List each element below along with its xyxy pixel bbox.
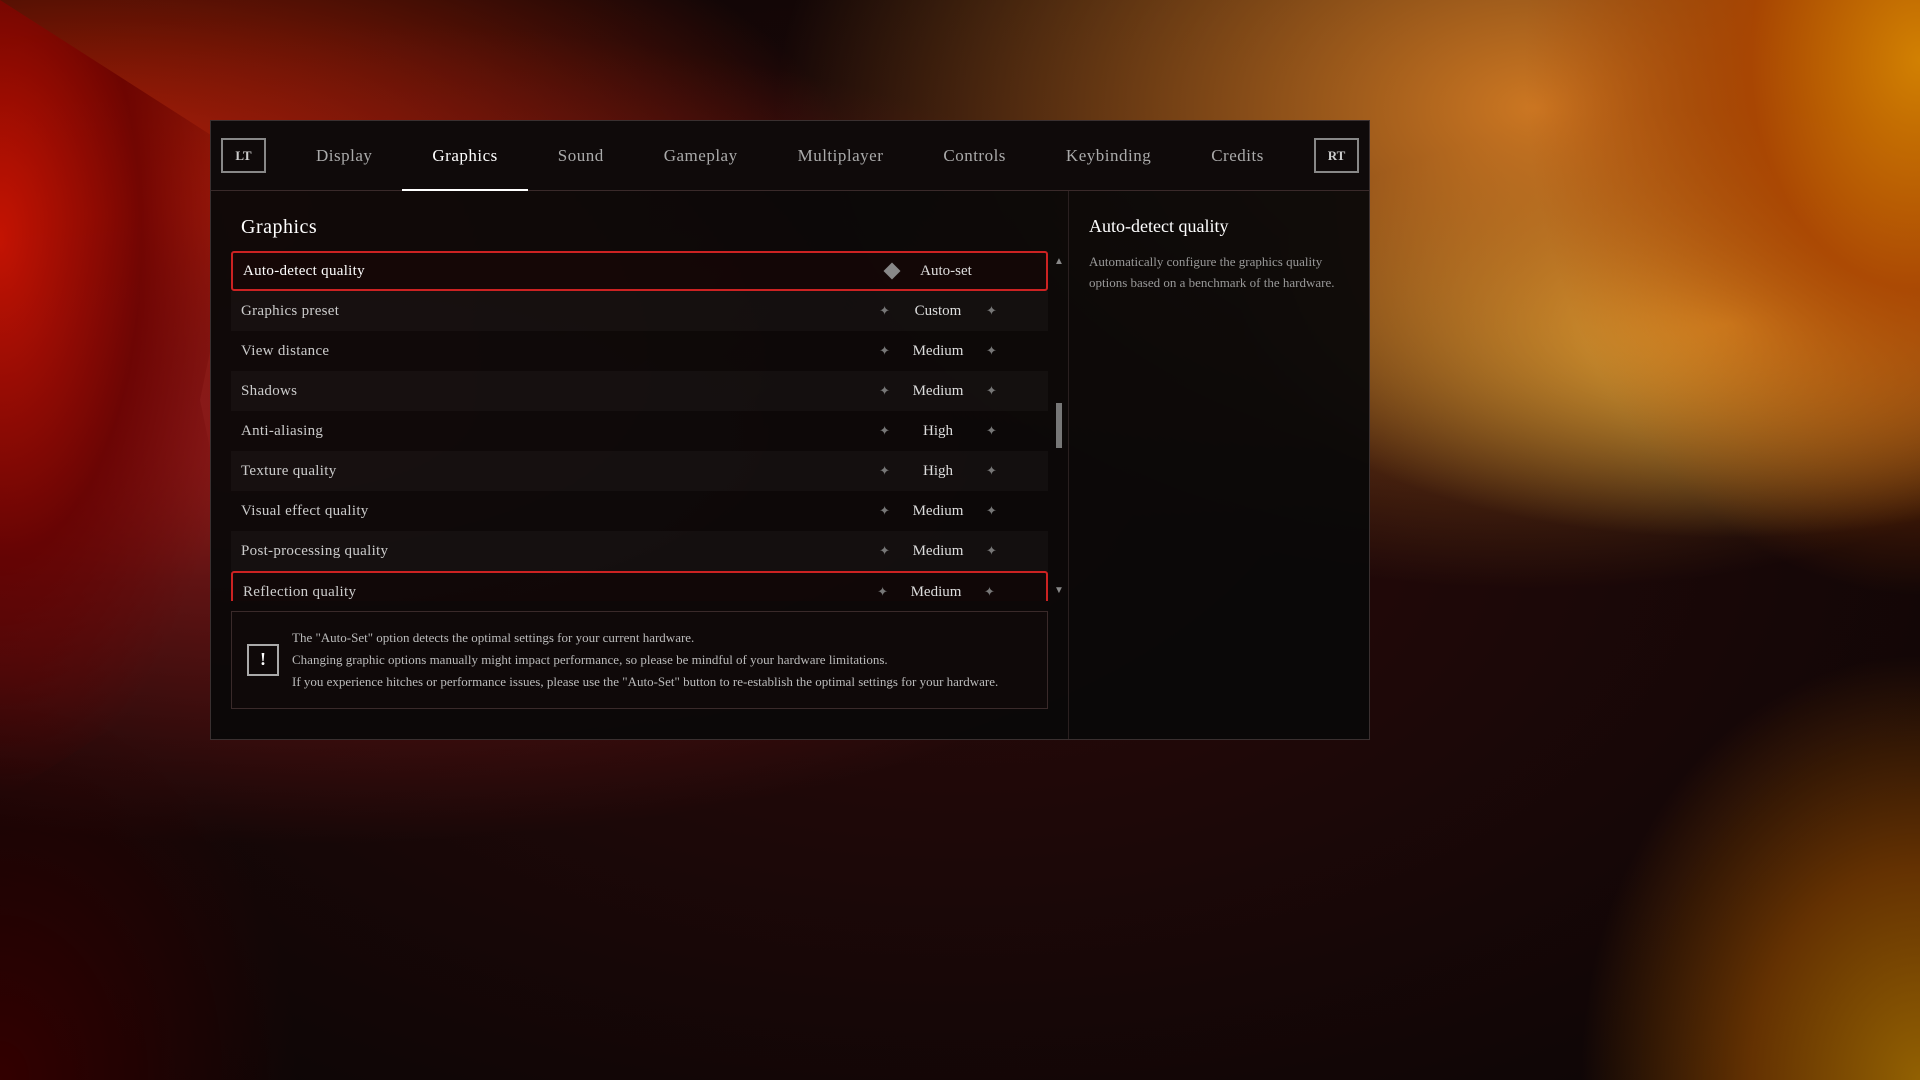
tab-controls[interactable]: Controls (913, 121, 1036, 191)
info-title: Auto-detect quality (1089, 216, 1349, 237)
section-title: Graphics (231, 211, 1068, 251)
right-arrow-post-processing-quality: ✦ (986, 543, 997, 559)
nav-bar: LT Display Graphics Sound Gameplay Multi… (211, 121, 1369, 191)
setting-value-visual-effect-quality: ✦ Medium ✦ (838, 503, 1038, 520)
right-arrow-view-distance: ✦ (986, 343, 997, 359)
tab-display[interactable]: Display (286, 121, 402, 191)
setting-name-graphics-preset: Graphics preset (241, 303, 838, 320)
left-arrow-view-distance: ✦ (879, 343, 890, 359)
setting-row-anti-aliasing[interactable]: Anti-aliasing ✦ High ✦ (231, 411, 1048, 451)
notice-text: The "Auto-Set" option detects the optima… (292, 627, 1032, 693)
settings-panel: LT Display Graphics Sound Gameplay Multi… (210, 120, 1370, 740)
right-arrow-graphics-preset: ✦ (986, 303, 997, 319)
setting-name-texture-quality: Texture quality (241, 463, 838, 480)
right-arrow-anti-aliasing: ✦ (986, 423, 997, 439)
setting-row-auto-detect-quality[interactable]: Auto-detect quality Auto-set (231, 251, 1048, 291)
setting-name-anti-aliasing: Anti-aliasing (241, 423, 838, 440)
nav-tabs: Display Graphics Sound Gameplay Multipla… (286, 121, 1294, 191)
tab-keybinding[interactable]: Keybinding (1036, 121, 1181, 191)
notice-box: ! The "Auto-Set" option detects the opti… (231, 611, 1048, 709)
setting-value-graphics-preset: ✦ Custom ✦ (838, 303, 1038, 320)
setting-name-post-processing-quality: Post-processing quality (241, 543, 838, 560)
left-arrow-shadows: ✦ (879, 383, 890, 399)
left-arrow-visual-effect-quality: ✦ (879, 503, 890, 519)
setting-value-reflection-quality: ✦ Medium ✦ (836, 584, 1036, 601)
setting-name-view-distance: View distance (241, 343, 838, 360)
scrollbar-thumb[interactable] (1056, 403, 1062, 448)
info-panel: Auto-detect quality Automatically config… (1069, 191, 1369, 739)
left-trigger-button[interactable]: LT (221, 138, 266, 173)
setting-row-reflection-quality[interactable]: Reflection quality ✦ Medium ✦ (231, 571, 1048, 601)
setting-row-texture-quality[interactable]: Texture quality ✦ High ✦ (231, 451, 1048, 491)
left-arrow-graphics-preset: ✦ (879, 303, 890, 319)
scrollbar-up-arrow[interactable]: ▲ (1054, 256, 1064, 267)
setting-value-anti-aliasing: ✦ High ✦ (838, 423, 1038, 440)
main-content: Graphics Auto-detect quality Auto-set Gr… (211, 191, 1369, 739)
settings-scroll-area: Auto-detect quality Auto-set Graphics pr… (231, 251, 1068, 601)
setting-value-auto-detect-quality: Auto-set (836, 263, 1036, 280)
setting-name-shadows: Shadows (241, 383, 838, 400)
setting-name-reflection-quality: Reflection quality (243, 584, 836, 601)
setting-name-visual-effect-quality: Visual effect quality (241, 503, 838, 520)
right-arrow-visual-effect-quality: ✦ (986, 503, 997, 519)
tab-graphics[interactable]: Graphics (402, 121, 527, 191)
tab-gameplay[interactable]: Gameplay (634, 121, 768, 191)
tab-multiplayer[interactable]: Multiplayer (768, 121, 914, 191)
setting-value-post-processing-quality: ✦ Medium ✦ (838, 543, 1038, 560)
info-description: Automatically configure the graphics qua… (1089, 252, 1349, 294)
settings-list-panel: Graphics Auto-detect quality Auto-set Gr… (211, 191, 1069, 739)
right-arrow-reflection-quality: ✦ (984, 584, 995, 600)
setting-row-post-processing-quality[interactable]: Post-processing quality ✦ Medium ✦ (231, 531, 1048, 571)
bg-bottom-left (0, 680, 300, 1080)
warning-icon: ! (247, 644, 279, 676)
setting-row-visual-effect-quality[interactable]: Visual effect quality ✦ Medium ✦ (231, 491, 1048, 531)
tab-sound[interactable]: Sound (528, 121, 634, 191)
setting-value-view-distance: ✦ Medium ✦ (838, 343, 1038, 360)
setting-value-shadows: ✦ Medium ✦ (838, 383, 1038, 400)
right-trigger-button[interactable]: RT (1314, 138, 1359, 173)
right-arrow-shadows: ✦ (986, 383, 997, 399)
diamond-icon (884, 263, 901, 280)
setting-row-shadows[interactable]: Shadows ✦ Medium ✦ (231, 371, 1048, 411)
left-arrow-texture-quality: ✦ (879, 463, 890, 479)
bg-bottom-right (1520, 580, 1920, 1080)
setting-row-view-distance[interactable]: View distance ✦ Medium ✦ (231, 331, 1048, 371)
setting-value-texture-quality: ✦ High ✦ (838, 463, 1038, 480)
left-arrow-post-processing-quality: ✦ (879, 543, 890, 559)
bg-wing-right (1520, 0, 1920, 600)
tab-credits[interactable]: Credits (1181, 121, 1294, 191)
setting-row-graphics-preset[interactable]: Graphics preset ✦ Custom ✦ (231, 291, 1048, 331)
scrollbar-down-arrow[interactable]: ▼ (1054, 585, 1064, 596)
left-arrow-reflection-quality: ✦ (877, 584, 888, 600)
right-arrow-texture-quality: ✦ (986, 463, 997, 479)
left-arrow-anti-aliasing: ✦ (879, 423, 890, 439)
setting-name-auto-detect-quality: Auto-detect quality (243, 263, 836, 280)
scrollbar: ▲ ▼ (1050, 251, 1068, 601)
